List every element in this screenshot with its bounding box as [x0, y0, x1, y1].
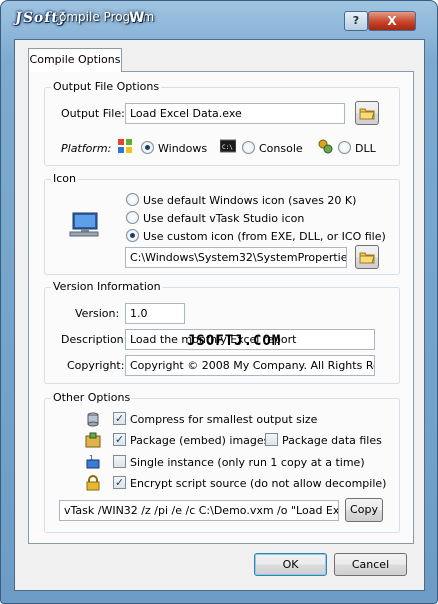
platform-dll-label: DLL	[355, 142, 376, 155]
single-instance-checkbox[interactable]	[113, 455, 126, 468]
version-input[interactable]: 1.0	[125, 303, 185, 324]
platform-windows-radio[interactable]	[141, 141, 154, 154]
icon-custom-label: Use custom icon (from EXE, DLL, or ICO f…	[143, 230, 386, 243]
platform-label: Platform:	[61, 142, 112, 155]
browse-icon-button[interactable]	[355, 245, 379, 269]
platform-dll-radio[interactable]	[338, 141, 351, 154]
encrypt-label: Encrypt script source (do not allow deco…	[130, 477, 387, 490]
title-bar[interactable]: JSoftJ ompile Program W ? X	[1, 1, 437, 31]
package-images-checkbox[interactable]: ✓	[113, 433, 126, 446]
icon-legend: Icon	[51, 172, 78, 185]
computer-icon	[69, 212, 99, 237]
single-instance-icon: 1	[86, 454, 100, 469]
platform-windows-label: Windows	[158, 142, 208, 155]
version-label: Version:	[75, 307, 120, 320]
output-file-legend: Output File Options	[51, 80, 162, 93]
svg-text:1: 1	[89, 454, 93, 462]
icon-path-input[interactable]: C:\Windows\System32\SystemPropertiesCom	[125, 247, 347, 268]
icon-custom-radio[interactable]	[126, 229, 139, 242]
watermark-text: JSOFTJ.COM	[187, 333, 282, 349]
dialog-window: JSoftJ ompile Program W ? X Compile Opti…	[0, 0, 438, 604]
description-label: Description:	[61, 333, 128, 346]
windows-logo-icon	[118, 139, 132, 153]
icon-group: Icon Use default Windows icon (saves 20 …	[44, 172, 400, 275]
icon-default-vtask-label: Use default vTask Studio icon	[143, 212, 305, 225]
output-file-input[interactable]: Load Excel Data.exe	[125, 103, 345, 124]
compress-icon	[87, 412, 99, 427]
folder-icon	[359, 108, 375, 120]
help-button[interactable]: ?	[344, 11, 368, 31]
dll-gears-icon	[318, 139, 333, 154]
console-icon: C:\	[220, 139, 236, 153]
package-images-label: Package (embed) images	[130, 434, 270, 447]
icon-default-vtask-radio[interactable]	[126, 211, 139, 224]
other-options-legend: Other Options	[51, 391, 133, 404]
title-logo-suffix: W	[129, 10, 145, 26]
single-instance-label: Single instance (only run 1 copy at a ti…	[130, 456, 365, 469]
icon-default-windows-radio[interactable]	[126, 193, 139, 206]
close-button[interactable]: X	[368, 11, 416, 31]
output-file-group: Output File Options Output File: Load Ex…	[44, 80, 400, 166]
compress-label: Compress for smallest output size	[130, 413, 318, 426]
platform-console-label: Console	[259, 142, 303, 155]
encrypt-checkbox[interactable]: ✓	[113, 476, 126, 489]
package-data-label: Package data files	[282, 434, 382, 447]
ok-button[interactable]: OK	[254, 553, 327, 576]
command-line-input[interactable]: vTask /WIN32 /z /pi /e /c C:\Demo.vxm /o…	[59, 500, 339, 521]
icon-default-windows-label: Use default Windows icon (saves 20 K)	[143, 194, 357, 207]
tab-panel: Output File Options Output File: Load Ex…	[28, 71, 414, 544]
copy-button[interactable]: Copy	[345, 498, 383, 522]
copyright-label: Copyright:	[67, 359, 125, 372]
cancel-button[interactable]: Cancel	[334, 553, 407, 576]
platform-console-radio[interactable]	[242, 141, 255, 154]
package-images-icon	[85, 432, 101, 448]
copyright-input[interactable]: Copyright © 2008 My Company. All Rights …	[125, 355, 375, 376]
lock-icon	[86, 475, 100, 491]
version-legend: Version Information	[51, 280, 163, 293]
compress-checkbox[interactable]: ✓	[113, 412, 126, 425]
other-options-group: Other Options ✓ Compress for smallest ou…	[44, 391, 400, 533]
svg-text:C:\: C:\	[222, 144, 233, 151]
package-data-checkbox[interactable]	[265, 433, 278, 446]
tab-compile-options[interactable]: Compile Options	[28, 48, 122, 72]
folder-icon	[359, 252, 375, 264]
dialog-client: Compile Options Output File Options Outp…	[14, 39, 425, 591]
output-file-label: Output File:	[61, 107, 125, 120]
browse-output-button[interactable]	[355, 101, 379, 125]
